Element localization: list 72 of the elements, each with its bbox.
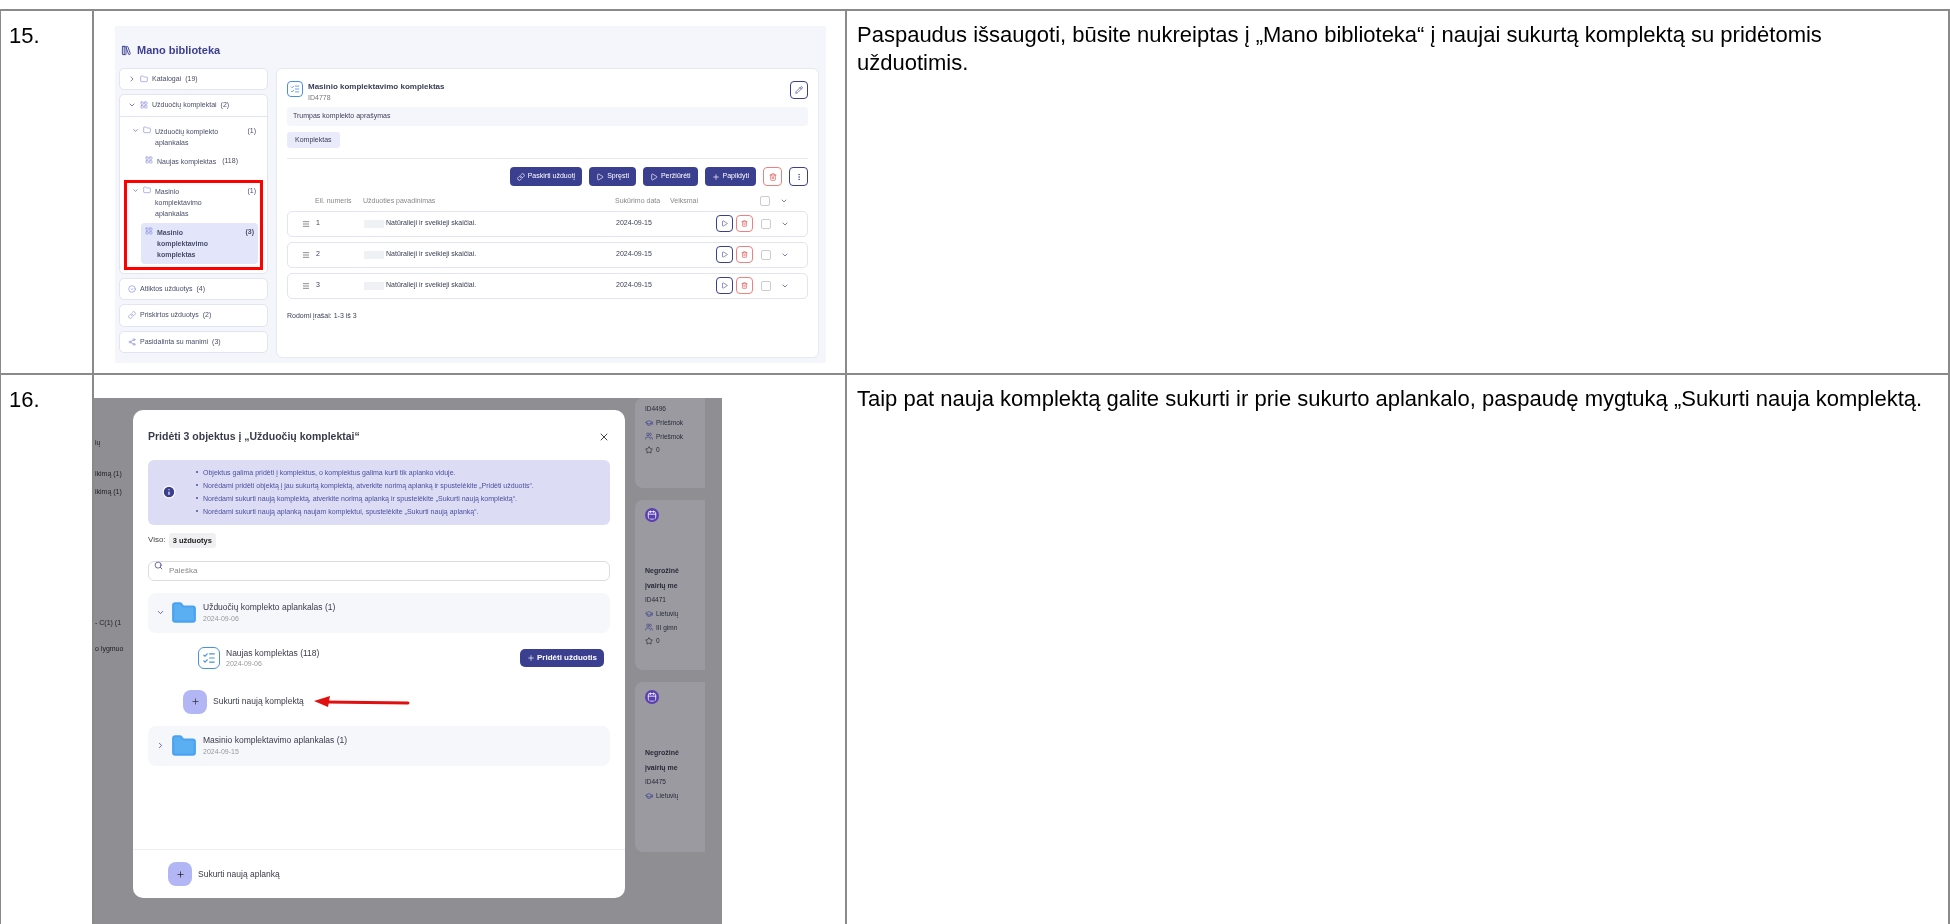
checklist-icon (198, 647, 220, 670)
add-folder-button[interactable] (168, 862, 192, 886)
folder-icon (143, 125, 151, 134)
set-name: Naujas komplektas (118) (226, 646, 320, 660)
total-label: Viso: (148, 534, 166, 547)
more-button[interactable] (789, 167, 808, 186)
plus-icon (711, 172, 720, 181)
play-icon (721, 282, 728, 289)
play-button[interactable] (716, 215, 733, 232)
checkbox[interactable] (761, 218, 771, 229)
trash-icon (741, 282, 748, 289)
play-button[interactable] (716, 246, 733, 263)
set-title: Masinio komplektavimo komplektas (308, 80, 445, 93)
trash-icon (768, 172, 777, 181)
graduation-cap-icon (645, 791, 653, 800)
chevron-right-icon[interactable] (128, 74, 136, 83)
pencil-icon (795, 85, 803, 94)
search-field[interactable]: Paieška (148, 560, 610, 581)
grid-icon (145, 155, 153, 164)
play-button[interactable] (716, 277, 733, 294)
create-folder-link[interactable]: Sukurti naują aplanką (198, 867, 280, 881)
step-number: 15. (9, 23, 40, 48)
chevron-right-icon[interactable] (156, 741, 165, 751)
chevron-down-icon[interactable] (132, 186, 139, 194)
graduation-cap-icon (645, 609, 653, 618)
star-icon (645, 637, 653, 646)
link-icon (128, 311, 136, 320)
checkbox[interactable] (761, 280, 771, 291)
users-icon (645, 432, 653, 441)
plus-icon (190, 697, 200, 707)
dialog-title: Pridėti 3 objektus į „Užduočių komplektai“ (148, 429, 360, 444)
grid-icon (140, 101, 148, 110)
checkbox[interactable] (760, 196, 770, 207)
page-title: Mano biblioteka (137, 43, 221, 58)
folder-icon (140, 74, 148, 83)
folder-icon (171, 599, 197, 626)
edit-button[interactable] (790, 80, 808, 99)
play-icon (596, 172, 605, 181)
plus-icon (175, 869, 185, 879)
check-circle-icon (128, 284, 136, 293)
delete-button[interactable] (763, 167, 782, 186)
search-icon (154, 561, 163, 570)
info-icon (162, 485, 176, 500)
graduation-cap-icon (645, 418, 653, 427)
calendar-icon (645, 508, 659, 522)
trash-icon (741, 251, 748, 258)
play-icon (721, 220, 728, 227)
folder-name: Užduočių komplekto aplankalas (1) (203, 600, 336, 614)
folder-icon (171, 732, 197, 759)
plus-icon (527, 654, 535, 663)
books-icon (121, 44, 132, 56)
calendar-icon (645, 690, 659, 704)
step-description: Taip pat nauja komplektą galite sukurti ir prie sukurto aplankalo, paspaudę mygtuką „Sukurti nauja komplektą. (857, 385, 1924, 413)
checkbox[interactable] (761, 249, 771, 260)
chevron-down-icon[interactable] (156, 608, 165, 617)
play-icon (721, 251, 728, 258)
play-icon (649, 172, 658, 181)
link-icon (516, 172, 525, 181)
star-icon (645, 446, 653, 455)
checklist-icon (287, 80, 303, 97)
folder-icon (143, 185, 151, 194)
chevron-down-icon[interactable] (132, 126, 139, 134)
share-icon (128, 337, 136, 346)
add-tasks-button[interactable]: Pridėti užduotis (520, 649, 604, 668)
users-icon (645, 623, 653, 632)
step-number: 16. (9, 387, 40, 412)
folder-name: Masinio komplektavimo aplankalas (1) (203, 734, 348, 747)
add-set-button[interactable] (183, 689, 207, 714)
step-description: Paspaudus išsaugoti, būsite nukreiptas į „Mano biblioteka“ į naujai sukurtą komplektą su pridėtomis užduotimis. (857, 21, 1823, 77)
create-set-link[interactable]: Sukurti naują komplektą (213, 695, 304, 709)
trash-icon (741, 220, 748, 227)
grid-icon (145, 226, 153, 235)
